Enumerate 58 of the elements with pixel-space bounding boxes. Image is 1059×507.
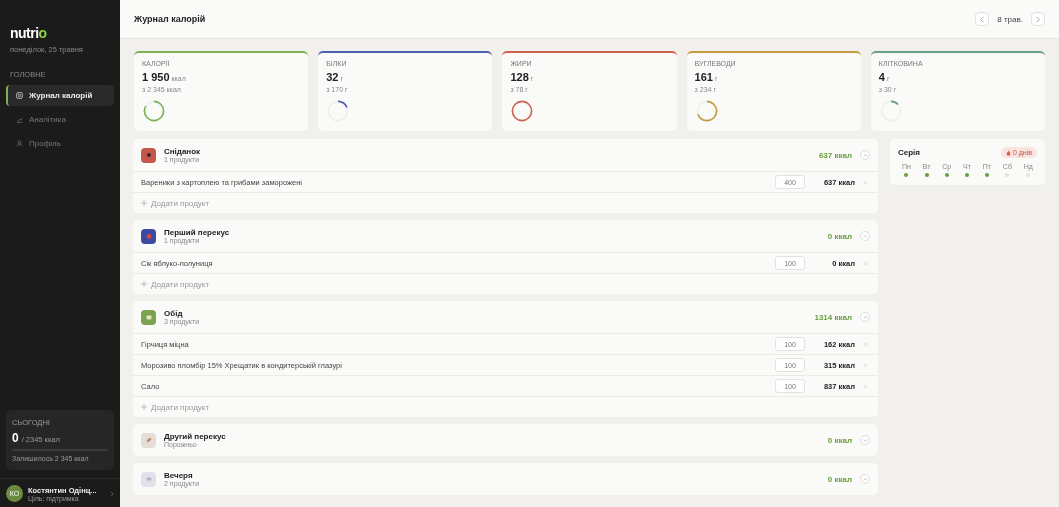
progress-ring — [694, 99, 719, 123]
add-product-link[interactable]: Додати продукт — [141, 198, 210, 208]
remove-icon[interactable] — [863, 260, 868, 266]
sidebar-item[interactable]: Аналітика — [6, 109, 114, 130]
stat-value: 1 950 — [142, 71, 170, 83]
logo: nutrio — [10, 25, 47, 41]
meal-title: Перший перекус — [164, 228, 231, 237]
plus-icon — [141, 281, 147, 287]
flame-icon — [1005, 149, 1011, 156]
meal-calories: 637 ккал — [818, 150, 852, 160]
chevron-left-icon — [980, 15, 985, 23]
calories-value: 0 — [12, 431, 19, 445]
stat-value: 161 — [694, 71, 713, 83]
chevron-up-icon — [862, 315, 868, 319]
meal-calories: 1314 ккал — [814, 312, 852, 322]
add-product-link[interactable]: Додати продукт — [141, 279, 210, 289]
meal-calories: 0 ккал — [827, 231, 852, 241]
remove-icon[interactable] — [863, 179, 868, 185]
collapse-button[interactable] — [860, 474, 870, 484]
remove-icon[interactable] — [863, 383, 868, 389]
user-icon — [16, 140, 23, 147]
selected-date: 8 трав. — [997, 14, 1023, 24]
page-title: Журнал калорій — [134, 14, 206, 24]
chevron-up-icon — [862, 153, 868, 157]
remove-icon[interactable] — [863, 341, 868, 347]
meal-title: Другий перекус — [164, 432, 227, 441]
collapse-button[interactable] — [860, 150, 870, 160]
chevron-up-icon — [862, 234, 868, 238]
progress-ring — [142, 99, 166, 123]
collapse-button[interactable] — [860, 231, 870, 241]
plus-icon — [141, 200, 147, 206]
stat-value: 4 — [878, 71, 885, 83]
progress-ring — [326, 99, 351, 123]
plus-icon — [141, 404, 147, 410]
progress-ring — [878, 99, 903, 123]
sidebar-item[interactable]: Профіль — [6, 133, 114, 154]
chevron-right-icon — [110, 490, 114, 497]
next-day-button[interactable] — [1031, 12, 1045, 26]
meal-title: Сніданок — [164, 147, 202, 156]
previous-day-button[interactable] — [975, 12, 990, 26]
stat-value: 128 — [510, 71, 529, 83]
chevron-up-icon — [862, 477, 868, 481]
progress-ring — [510, 99, 535, 123]
chevron-down-icon — [862, 438, 868, 442]
streak-title: Серія — [898, 148, 920, 157]
collapse-button[interactable] — [860, 435, 870, 445]
remove-icon[interactable] — [863, 362, 868, 368]
chevron-right-icon — [1036, 15, 1040, 23]
meal-title: Обід — [164, 309, 184, 318]
meal-calories: 0 ккал — [827, 474, 852, 484]
sidebar-item[interactable]: Журнал калорій — [6, 85, 114, 106]
journal-icon — [16, 92, 23, 99]
stat-value: 32 — [326, 71, 339, 83]
collapse-button[interactable] — [860, 312, 870, 322]
meal-calories: 0 ккал — [827, 435, 852, 445]
add-product-link[interactable]: Додати продукт — [141, 402, 210, 412]
chart-icon — [16, 116, 23, 123]
meal-title: Вечеря — [164, 471, 194, 480]
